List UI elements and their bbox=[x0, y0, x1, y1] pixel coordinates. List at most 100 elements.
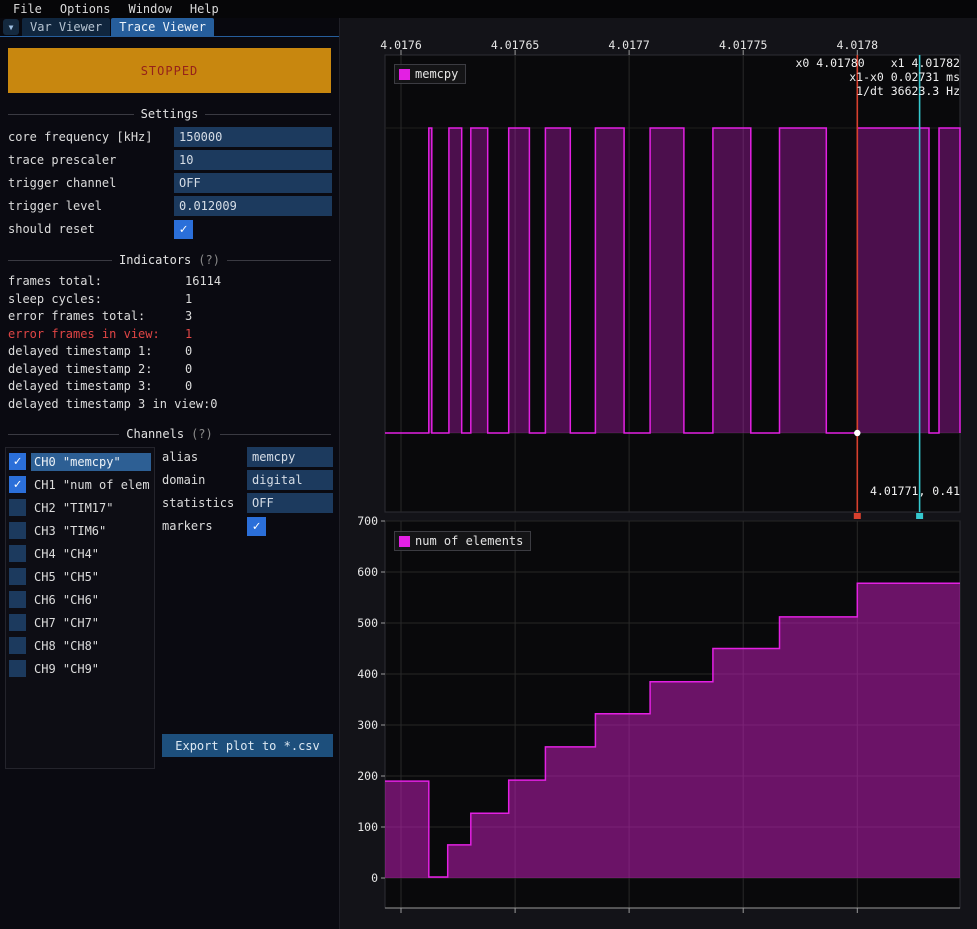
menu-file[interactable]: File bbox=[4, 0, 51, 18]
channel-row-ch0[interactable]: CH0 "memcpy" bbox=[6, 450, 154, 473]
statistics-row: statistics OFF bbox=[162, 493, 333, 513]
trace-plot[interactable]: 4.01764.017654.01774.017754.0178 memcpy … bbox=[352, 37, 977, 523]
marker-x1-value: x1 4.01782 bbox=[891, 56, 960, 70]
channel-ch2-checkbox[interactable] bbox=[9, 499, 26, 516]
elements-plot[interactable]: 0100200300400500600700 num of elements bbox=[352, 515, 977, 915]
menu-bar: File Options Window Help bbox=[0, 0, 977, 18]
marker-readout: x0 4.01780 x1 4.01782 x1-x0 0.02731 ms 1/… bbox=[796, 56, 961, 98]
statistics-label: statistics bbox=[162, 496, 247, 510]
plots-window: 4.01764.017654.01774.017754.0178 memcpy … bbox=[340, 18, 977, 929]
markers-checkbox[interactable] bbox=[247, 517, 266, 536]
statistics-combo[interactable]: OFF bbox=[247, 493, 333, 513]
menu-help[interactable]: Help bbox=[181, 0, 228, 18]
channels-help-icon[interactable]: (?) bbox=[191, 427, 213, 441]
trace-prescaler-input[interactable] bbox=[174, 150, 332, 170]
indicator-error-frames-in-view: error frames in view:1 bbox=[0, 326, 339, 344]
svg-text:100: 100 bbox=[357, 820, 378, 834]
svg-text:600: 600 bbox=[357, 565, 378, 579]
channels-title: Channels bbox=[126, 427, 184, 441]
indicators-help-icon[interactable]: (?) bbox=[198, 253, 220, 267]
core-frequency-input[interactable] bbox=[174, 127, 332, 147]
channel-ch9-checkbox[interactable] bbox=[9, 660, 26, 677]
channel-ch0-checkbox[interactable] bbox=[9, 453, 26, 470]
channel-properties: alias domain digital statistics OFF mark… bbox=[162, 447, 333, 769]
channel-row-ch6[interactable]: CH6 "CH6" bbox=[6, 588, 154, 611]
channel-row-ch3[interactable]: CH3 "TIM6" bbox=[6, 519, 154, 542]
channel-ch5-checkbox[interactable] bbox=[9, 568, 26, 585]
svg-text:4.0178: 4.0178 bbox=[837, 38, 879, 52]
indicators-title: Indicators bbox=[119, 253, 191, 267]
tab-bar: ▼ Var Viewer Trace Viewer bbox=[0, 18, 339, 37]
svg-text:300: 300 bbox=[357, 718, 378, 732]
memcpy-series-swatch bbox=[399, 69, 410, 80]
settings-title: Settings bbox=[141, 107, 199, 121]
trigger-channel-combo[interactable]: OFF bbox=[174, 173, 332, 193]
domain-combo[interactable]: digital bbox=[247, 470, 333, 490]
indicator-delayed-ts2: delayed timestamp 2:0 bbox=[0, 361, 339, 379]
svg-text:200: 200 bbox=[357, 769, 378, 783]
indicator-delayed-ts3: delayed timestamp 3:0 bbox=[0, 378, 339, 396]
indicator-delayed-ts3-in-view: delayed timestamp 3 in view:0 bbox=[0, 396, 339, 414]
settings-header: Settings bbox=[8, 107, 331, 121]
indicator-sleep-cycles: sleep cycles:1 bbox=[0, 291, 339, 309]
tab-var-viewer[interactable]: Var Viewer bbox=[22, 18, 110, 36]
control-panel: STOPPED Settings core frequency [kHz] tr… bbox=[0, 37, 339, 929]
svg-text:4.01765: 4.01765 bbox=[491, 38, 539, 52]
memcpy-legend-label: memcpy bbox=[415, 67, 458, 81]
markers-label: markers bbox=[162, 519, 247, 533]
channel-ch3-checkbox[interactable] bbox=[9, 522, 26, 539]
channel-row-ch1[interactable]: CH1 "num of elem bbox=[6, 473, 154, 496]
trigger-level-input[interactable] bbox=[174, 196, 332, 216]
elements-legend-label: num of elements bbox=[415, 534, 523, 548]
domain-row: domain digital bbox=[162, 470, 333, 490]
channel-ch7-checkbox[interactable] bbox=[9, 614, 26, 631]
svg-text:400: 400 bbox=[357, 667, 378, 681]
trace-plot-canvas[interactable]: 4.01764.017654.01774.017754.0178 bbox=[352, 37, 977, 523]
core-frequency-row: core frequency [kHz] bbox=[8, 127, 332, 147]
menu-options[interactable]: Options bbox=[51, 0, 120, 18]
channel-row-ch2[interactable]: CH2 "TIM17" bbox=[6, 496, 154, 519]
elements-series-swatch bbox=[399, 536, 410, 547]
channel-ch8-checkbox[interactable] bbox=[9, 637, 26, 654]
elements-plot-canvas[interactable]: 0100200300400500600700 bbox=[352, 515, 977, 915]
should-reset-checkbox[interactable] bbox=[174, 220, 193, 239]
channel-row-ch4[interactable]: CH4 "CH4" bbox=[6, 542, 154, 565]
cursor-readout: 4.01771, 0.41 bbox=[870, 484, 960, 498]
channel-ch4-checkbox[interactable] bbox=[9, 545, 26, 562]
channel-list[interactable]: CH0 "memcpy" CH1 "num of elem CH2 "TIM17… bbox=[5, 447, 155, 769]
trigger-level-row: trigger level bbox=[8, 196, 332, 216]
acquisition-state-button[interactable]: STOPPED bbox=[8, 48, 331, 93]
channel-row-ch9[interactable]: CH9 "CH9" bbox=[6, 657, 154, 680]
channel-row-ch8[interactable]: CH8 "CH8" bbox=[6, 634, 154, 657]
should-reset-label: should reset bbox=[8, 222, 95, 236]
core-frequency-label: core frequency [kHz] bbox=[8, 130, 153, 144]
indicator-frames-total: frames total:16114 bbox=[0, 273, 339, 291]
collapse-arrow-icon[interactable]: ▼ bbox=[3, 19, 19, 35]
alias-input[interactable] bbox=[247, 447, 333, 467]
channel-ch6-checkbox[interactable] bbox=[9, 591, 26, 608]
marker-x0-value: x0 4.01780 bbox=[796, 56, 865, 70]
viewer-window: ▼ Var Viewer Trace Viewer STOPPED Settin… bbox=[0, 18, 340, 929]
channels-section: CH0 "memcpy" CH1 "num of elem CH2 "TIM17… bbox=[5, 447, 333, 769]
tab-trace-viewer[interactable]: Trace Viewer bbox=[111, 18, 214, 36]
channels-header: Channels (?) bbox=[8, 427, 331, 441]
alias-row: alias bbox=[162, 447, 333, 467]
elements-plot-legend[interactable]: num of elements bbox=[394, 531, 531, 551]
trace-plot-legend[interactable]: memcpy bbox=[394, 64, 466, 84]
channel-row-ch5[interactable]: CH5 "CH5" bbox=[6, 565, 154, 588]
should-reset-row: should reset bbox=[8, 219, 332, 239]
marker-frequency-value: 1/dt 36623.3 Hz bbox=[796, 84, 961, 98]
marker-delta-value: x1-x0 0.02731 ms bbox=[796, 70, 961, 84]
trigger-channel-row: trigger channel OFF bbox=[8, 173, 332, 193]
indicator-delayed-ts1: delayed timestamp 1:0 bbox=[0, 343, 339, 361]
markers-row: markers bbox=[162, 516, 333, 536]
alias-label: alias bbox=[162, 450, 247, 464]
svg-text:700: 700 bbox=[357, 515, 378, 528]
channel-ch1-checkbox[interactable] bbox=[9, 476, 26, 493]
svg-text:4.01775: 4.01775 bbox=[719, 38, 767, 52]
menu-window[interactable]: Window bbox=[119, 0, 180, 18]
main-content: ▼ Var Viewer Trace Viewer STOPPED Settin… bbox=[0, 18, 977, 929]
channel-row-ch7[interactable]: CH7 "CH7" bbox=[6, 611, 154, 634]
trigger-level-label: trigger level bbox=[8, 199, 102, 213]
export-csv-button[interactable]: Export plot to *.csv bbox=[162, 734, 333, 757]
